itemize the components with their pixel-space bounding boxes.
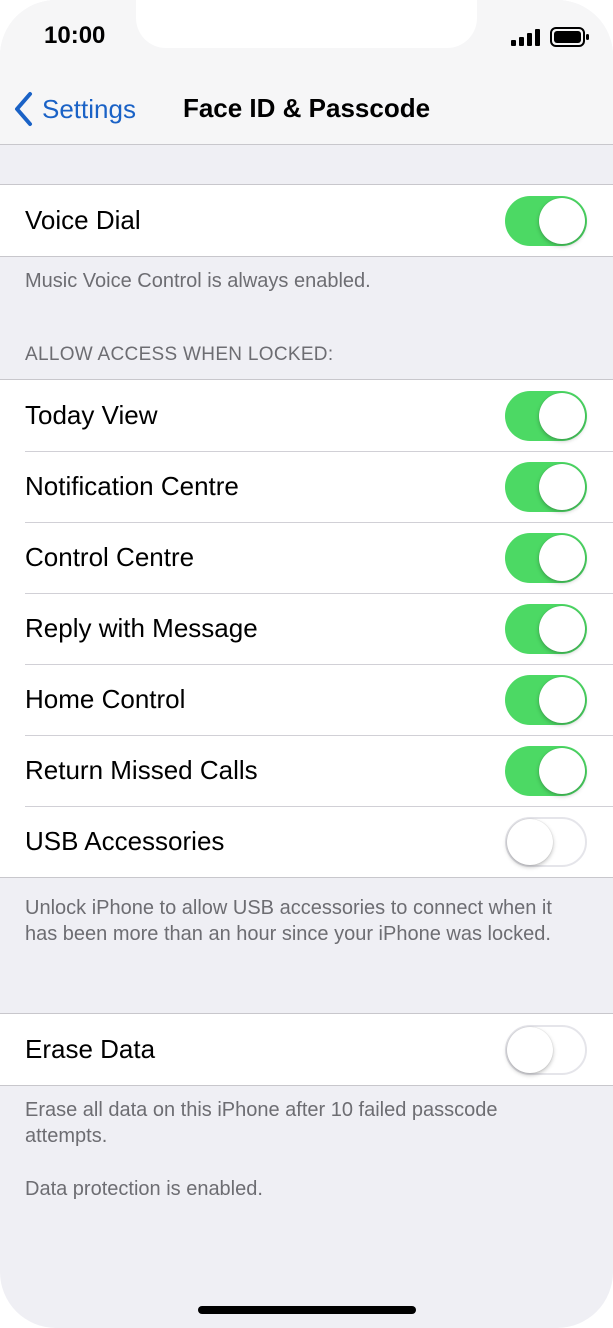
settings-row-notification-centre: Notification Centre	[0, 451, 613, 522]
settings-row-usb-accessories: USB Accessories	[0, 806, 613, 877]
row-label: Return Missed Calls	[25, 755, 258, 785]
settings-row-reply-with-message: Reply with Message	[0, 593, 613, 664]
voice-dial-group: Voice Dial	[0, 184, 613, 257]
settings-row-voice-dial: Voice Dial	[0, 185, 613, 256]
phone-screen: 10:00 Settings Face ID & Passcode Voice …	[0, 0, 613, 1328]
row-label: USB Accessories	[25, 826, 225, 856]
notch	[136, 0, 477, 48]
cellular-signal-icon	[511, 29, 540, 46]
reply-with-message-toggle[interactable]	[505, 603, 587, 654]
return-missed-calls-toggle[interactable]	[505, 745, 587, 796]
settings-row-control-centre: Control Centre	[0, 522, 613, 593]
section-header-locked-access: ALLOW ACCESS WHEN LOCKED:	[25, 344, 334, 365]
locked-access-group: Today View Notification Centre Control C…	[0, 379, 613, 878]
today-view-toggle[interactable]	[505, 390, 587, 441]
erase-data-group: Erase Data	[0, 1013, 613, 1086]
status-time: 10:00	[44, 22, 106, 49]
usb-accessories-toggle[interactable]	[505, 816, 587, 867]
settings-row-erase-data: Erase Data	[0, 1014, 613, 1085]
notification-centre-toggle[interactable]	[505, 461, 587, 512]
settings-row-today-view: Today View	[0, 380, 613, 451]
row-label: Reply with Message	[25, 613, 258, 643]
row-label: Today View	[25, 400, 158, 430]
usb-footer: Unlock iPhone to allow USB accessories t…	[25, 897, 552, 945]
page-title: Face ID & Passcode	[182, 93, 431, 123]
settings-row-return-missed-calls: Return Missed Calls	[0, 735, 613, 806]
row-label: Notification Centre	[25, 471, 239, 501]
battery-icon	[550, 27, 589, 47]
erase-footer: Erase all data on this iPhone after 10 f…	[25, 1099, 498, 1147]
status-bar: 10:00	[0, 0, 613, 75]
row-label: Voice Dial	[25, 205, 141, 235]
data-protection-footer: Data protection is enabled.	[25, 1178, 263, 1200]
home-indicator[interactable]	[198, 1306, 416, 1314]
row-label: Erase Data	[25, 1034, 156, 1064]
row-label: Home Control	[25, 684, 186, 714]
control-centre-toggle[interactable]	[505, 532, 587, 583]
navigation-bar: Settings Face ID & Passcode	[0, 75, 613, 145]
voice-dial-toggle[interactable]	[505, 195, 587, 246]
row-label: Control Centre	[25, 542, 195, 572]
settings-row-home-control: Home Control	[0, 664, 613, 735]
erase-data-toggle[interactable]	[505, 1024, 587, 1075]
home-control-toggle[interactable]	[505, 674, 587, 725]
voice-footer: Music Voice Control is always enabled.	[25, 270, 371, 292]
